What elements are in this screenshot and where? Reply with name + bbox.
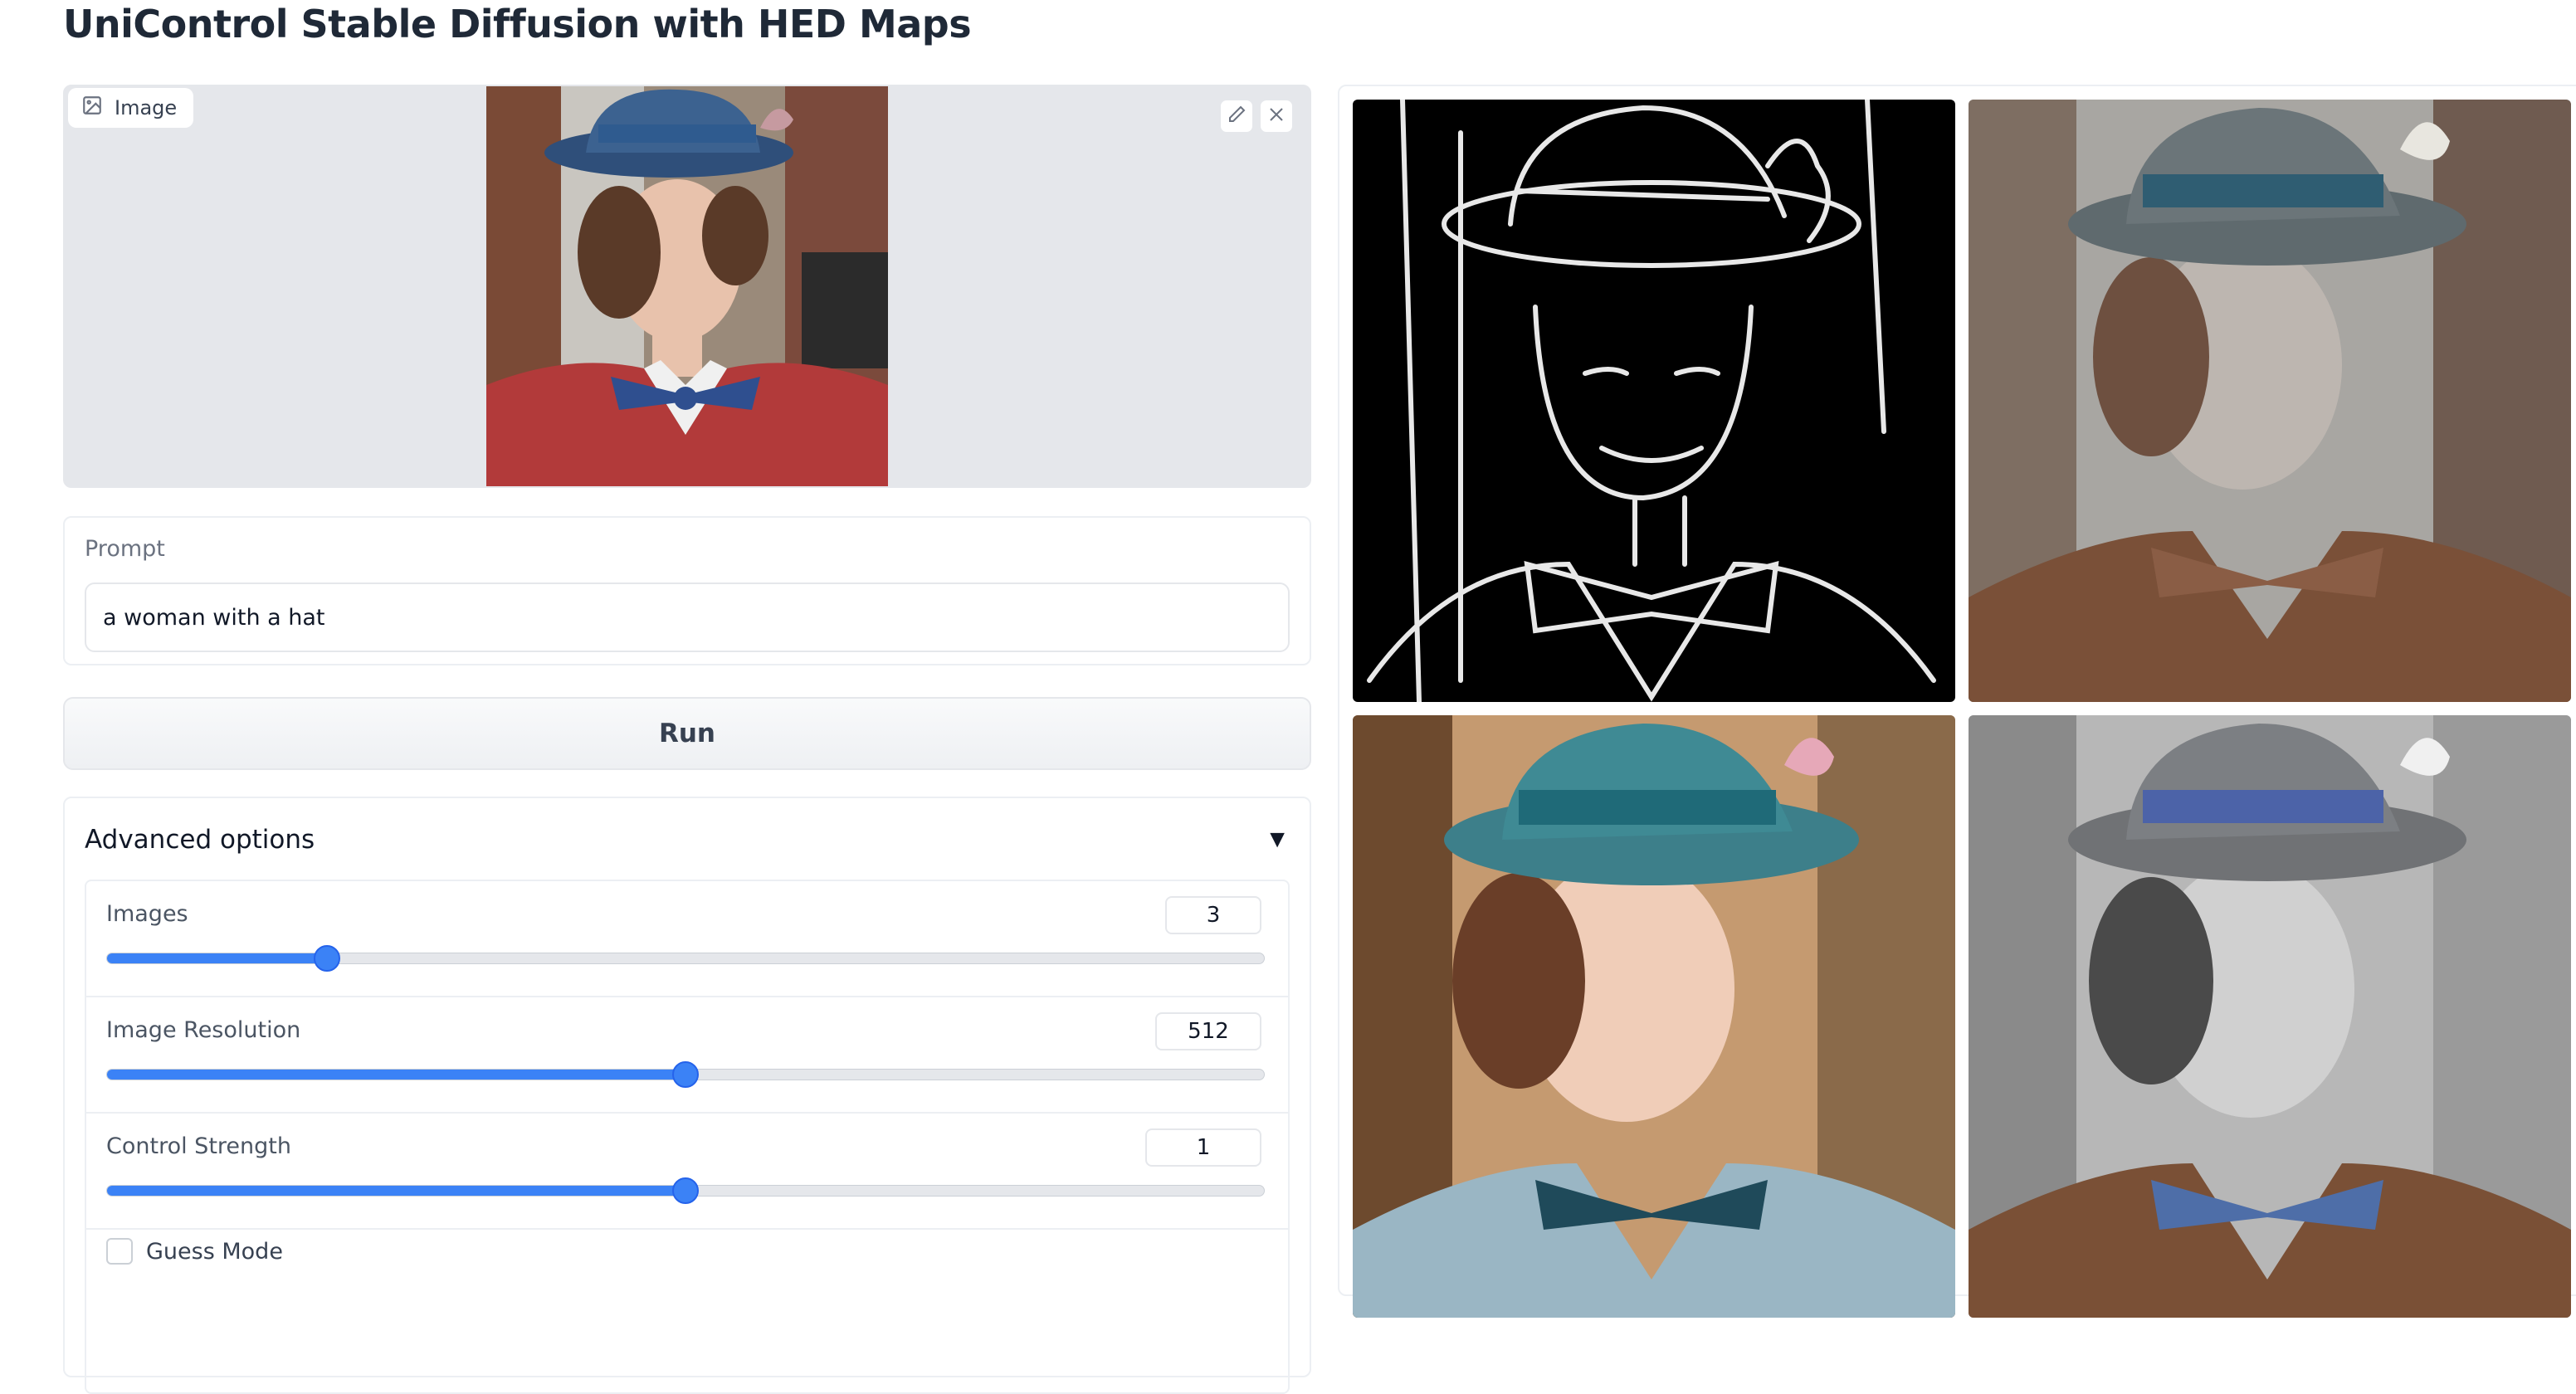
image-icon bbox=[81, 95, 103, 121]
triangle-down-icon[interactable]: ▼ bbox=[1265, 826, 1290, 854]
generated-image-3[interactable] bbox=[1969, 715, 2571, 1318]
prompt-input[interactable]: a woman with a hat bbox=[85, 582, 1290, 652]
images-number-input[interactable]: 3 bbox=[1165, 896, 1261, 934]
close-icon bbox=[1266, 105, 1286, 129]
page-title: UniControl Stable Diffusion with HED Map… bbox=[63, 2, 972, 46]
edit-button[interactable] bbox=[1220, 100, 1253, 133]
prompt-block: Prompt a woman with a hat bbox=[63, 516, 1311, 665]
image-label-badge: Image bbox=[68, 88, 194, 128]
advanced-options-body: Images 3 Image Resolution 512 Control St… bbox=[85, 880, 1290, 1394]
control-strength-slider[interactable] bbox=[106, 1177, 1265, 1204]
guess-mode-row[interactable]: Guess Mode bbox=[106, 1238, 283, 1265]
images-slider-label: Images bbox=[106, 901, 188, 927]
image-label-text: Image bbox=[115, 96, 178, 119]
generated-image-2[interactable] bbox=[1353, 715, 1955, 1318]
control-strength-slider-fill bbox=[107, 1186, 685, 1196]
pencil-icon bbox=[1227, 105, 1247, 129]
guess-mode-checkbox[interactable] bbox=[106, 1238, 133, 1265]
generated-image-1[interactable] bbox=[1969, 100, 2571, 702]
images-slider-thumb[interactable] bbox=[313, 945, 340, 972]
control-strength-slider-label: Control Strength bbox=[106, 1133, 291, 1159]
image-input[interactable]: Image bbox=[63, 85, 1311, 488]
advanced-options-title: Advanced options bbox=[85, 825, 315, 855]
control-strength-slider-row: Control Strength 1 bbox=[86, 1114, 1288, 1230]
clear-image-button[interactable] bbox=[1260, 100, 1293, 133]
resolution-slider-row: Image Resolution 512 bbox=[86, 997, 1288, 1114]
resolution-slider[interactable] bbox=[106, 1061, 1265, 1088]
run-button[interactable]: Run bbox=[63, 697, 1311, 770]
resolution-number-input[interactable]: 512 bbox=[1155, 1012, 1261, 1050]
guess-mode-label: Guess Mode bbox=[146, 1238, 283, 1265]
advanced-options-panel: Advanced options ▼ Images 3 Image Resolu… bbox=[63, 797, 1311, 1394]
images-slider[interactable] bbox=[106, 945, 1265, 972]
images-slider-row: Images 3 bbox=[86, 881, 1288, 997]
resolution-slider-label: Image Resolution bbox=[106, 1017, 301, 1043]
input-image-preview bbox=[486, 86, 888, 486]
prompt-label: Prompt bbox=[85, 536, 165, 562]
output-gallery bbox=[1338, 85, 2576, 1318]
advanced-options-header[interactable]: Advanced options ▼ bbox=[85, 821, 1290, 858]
resolution-slider-fill bbox=[107, 1070, 685, 1080]
images-slider-fill bbox=[107, 953, 327, 963]
resolution-slider-thumb[interactable] bbox=[672, 1061, 699, 1088]
hed-edge-map-image[interactable] bbox=[1353, 100, 1955, 702]
control-strength-number-input[interactable]: 1 bbox=[1145, 1128, 1261, 1167]
control-strength-slider-thumb[interactable] bbox=[672, 1177, 699, 1204]
